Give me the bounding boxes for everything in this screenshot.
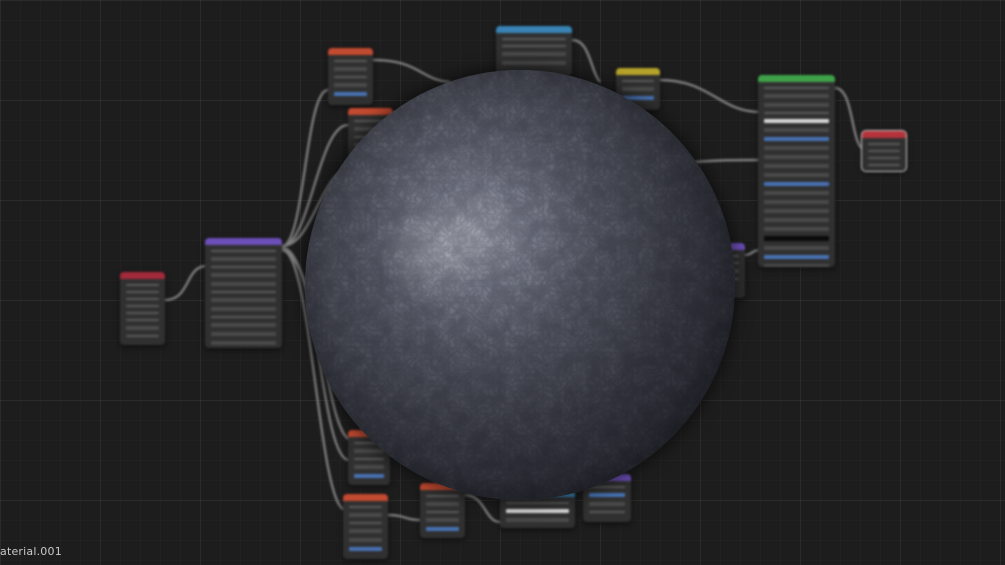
converter-node[interactable] — [496, 26, 572, 76]
image-texture-node[interactable] — [343, 494, 388, 559]
wire — [464, 493, 501, 524]
material-preview-sphere — [305, 70, 735, 500]
principled-bsdf-node[interactable] — [758, 75, 835, 267]
mapping-node[interactable] — [205, 238, 282, 348]
wire — [372, 58, 451, 84]
image-texture-node[interactable] — [420, 483, 465, 538]
material-output-node[interactable] — [861, 130, 907, 172]
node-header — [120, 272, 165, 279]
wire — [659, 78, 761, 114]
node-header — [496, 26, 572, 33]
node-header — [758, 75, 835, 82]
node-header — [616, 68, 660, 75]
material-name-label: aterial.001 — [0, 545, 62, 558]
wire — [164, 264, 206, 302]
node-header — [862, 131, 906, 138]
sphere-shading — [305, 70, 735, 500]
node-header — [328, 48, 373, 55]
wire — [694, 158, 761, 164]
node-header — [343, 494, 388, 501]
wire — [571, 38, 601, 83]
node-header — [348, 108, 393, 115]
wire — [387, 513, 421, 522]
node-header — [205, 238, 282, 245]
image-texture-node[interactable] — [328, 48, 373, 105]
input-node[interactable] — [120, 272, 165, 345]
